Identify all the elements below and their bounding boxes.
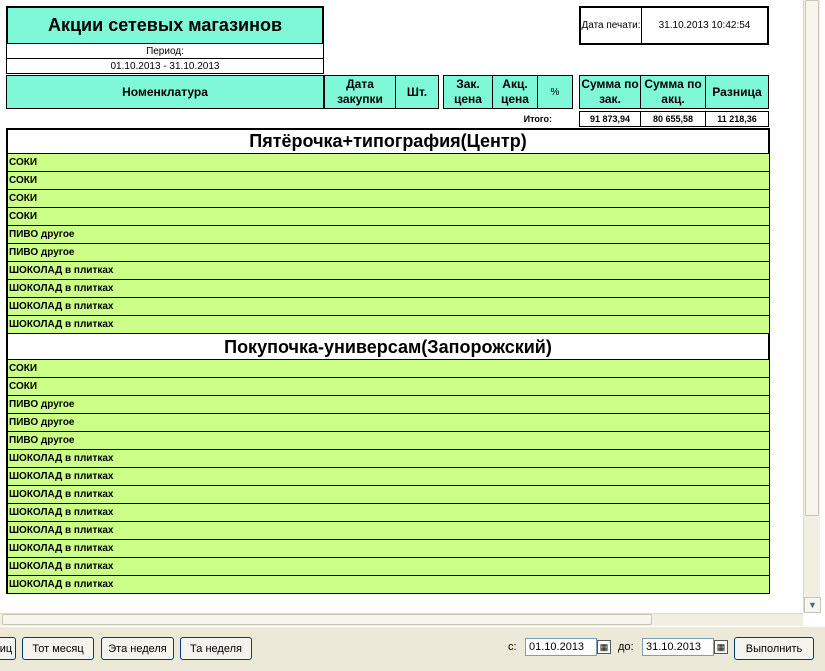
table-row[interactable]: ШОКОЛАД в плитках — [8, 486, 769, 504]
table-row[interactable]: СОКИ — [8, 154, 769, 172]
period-value: 01.10.2013 - 31.10.2013 — [6, 59, 324, 74]
calendar-icon[interactable]: ▦ — [597, 640, 611, 654]
to-label: до: — [618, 641, 634, 653]
table-row[interactable]: СОКИ — [8, 360, 769, 378]
totals-sum-promo: 80 655,58 — [640, 111, 706, 127]
horizontal-scroll-thumb[interactable] — [2, 614, 652, 625]
col-difference: Разница — [705, 75, 769, 109]
table-row[interactable]: ШОКОЛАД в плитках — [8, 504, 769, 522]
this-week-button[interactable]: Эта неделя — [101, 637, 174, 660]
col-promo-price: Акц. цена — [492, 75, 538, 109]
table-row[interactable]: ШОКОЛАД в плитках — [8, 540, 769, 558]
table-row[interactable]: ШОКОЛАД в плитках — [8, 280, 769, 298]
scroll-down-icon[interactable]: ▼ — [804, 597, 821, 613]
run-button[interactable]: Выполнить — [734, 637, 814, 660]
table-row[interactable]: ШОКОЛАД в плитках — [8, 522, 769, 540]
print-date-value: 31.10.2013 10:42:54 — [658, 20, 751, 31]
table-row[interactable]: ПИВО другое — [8, 432, 769, 450]
table-row[interactable]: ШОКОЛАД в плитках — [8, 450, 769, 468]
report-area: Акции сетевых магазинов Период: 01.10.20… — [0, 0, 803, 613]
col-nomenclature: Номенклатура — [6, 75, 324, 109]
group-header: Покупочка-универсам(Запорожский) — [8, 336, 768, 360]
col-sum-purchase: Сумма по зак. — [579, 75, 641, 109]
table-row[interactable]: ПИВО другое — [8, 414, 769, 432]
table-row[interactable]: СОКИ — [8, 208, 769, 226]
from-date-field[interactable]: 01.10.2013 — [525, 638, 597, 656]
table-row[interactable]: ПИВО другое — [8, 226, 769, 244]
col-purchase-price: Зак. цена — [443, 75, 493, 109]
table-row[interactable]: СОКИ — [8, 378, 769, 396]
table-row[interactable]: ШОКОЛАД в плитках — [8, 262, 769, 280]
table-row[interactable]: ШОКОЛАД в плитках — [8, 316, 769, 334]
print-date-label: Дата печати: — [581, 8, 642, 43]
that-week-button[interactable]: Та неделя — [180, 637, 252, 660]
to-date-field[interactable]: 31.10.2013 — [642, 638, 714, 656]
from-label: с: — [508, 641, 517, 653]
data-table: Пятёрочка+типография(Центр) СОКИ СОКИ СО… — [6, 128, 770, 594]
table-row[interactable]: ШОКОЛАД в плитках — [8, 468, 769, 486]
table-row[interactable]: ШОКОЛАД в плитках — [8, 576, 769, 594]
totals-sum-purchase: 91 873,94 — [579, 111, 641, 127]
period-label: Период: — [6, 44, 324, 59]
print-date-box: Дата печати: 31.10.2013 10:42:54 — [579, 6, 769, 45]
table-row[interactable]: СОКИ — [8, 172, 769, 190]
report-title: Акции сетевых магазинов — [6, 6, 324, 45]
col-purchase-date: Дата закупки — [324, 75, 396, 109]
table-row[interactable]: СОКИ — [8, 190, 769, 208]
vertical-scroll-thumb[interactable] — [805, 0, 819, 516]
col-percent: % — [537, 75, 573, 109]
this-month-button[interactable]: иц — [0, 637, 16, 660]
calendar-icon[interactable]: ▦ — [714, 640, 728, 654]
totals-label: Итого: — [523, 113, 552, 124]
col-qty: Шт. — [395, 75, 439, 109]
table-row[interactable]: ПИВО другое — [8, 244, 769, 262]
totals-difference: 11 218,36 — [705, 111, 769, 127]
table-row[interactable]: ПИВО другое — [8, 396, 769, 414]
table-row[interactable]: ШОКОЛАД в плитках — [8, 298, 769, 316]
table-row[interactable]: ШОКОЛАД в плитках — [8, 558, 769, 576]
that-month-button[interactable]: Тот месяц — [22, 637, 94, 660]
group-header: Пятёрочка+типография(Центр) — [8, 130, 768, 154]
col-sum-promo: Сумма по акц. — [640, 75, 706, 109]
